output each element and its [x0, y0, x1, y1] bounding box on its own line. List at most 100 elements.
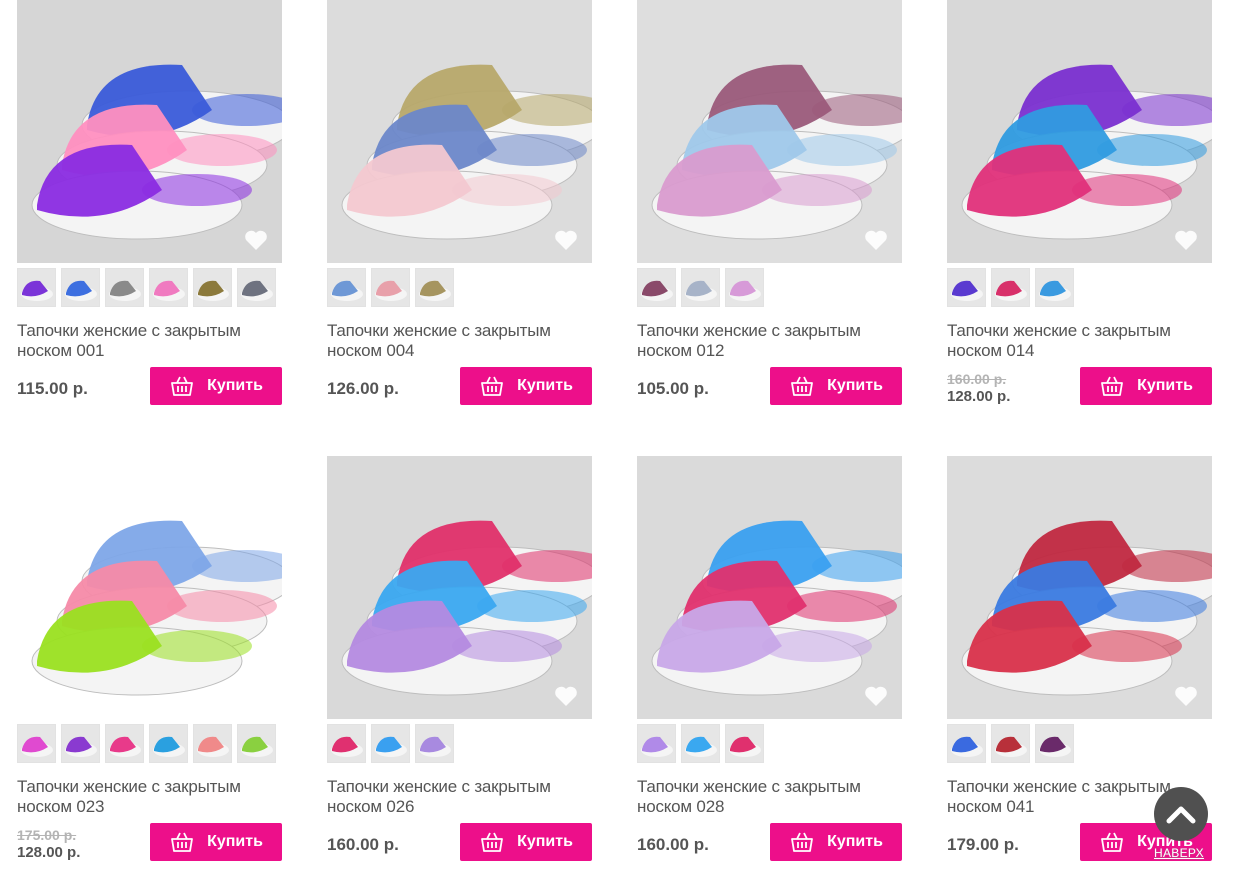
color-swatches [327, 268, 592, 307]
price: 126.00 р. [327, 379, 399, 398]
price-row: 160.00 р. Купить [637, 823, 902, 863]
color-swatch[interactable] [725, 268, 764, 307]
color-swatch[interactable] [415, 268, 454, 307]
color-swatches [947, 724, 1212, 763]
favorite-heart-icon[interactable] [1174, 685, 1198, 707]
color-swatch[interactable] [637, 268, 676, 307]
product-photo-art [327, 0, 592, 263]
buy-button[interactable]: Купить [150, 823, 282, 861]
product-title[interactable]: Тапочки женские с закрытым носком 014 [947, 321, 1212, 361]
product-title[interactable]: Тапочки женские с закрытым носком 004 [327, 321, 592, 361]
color-swatch[interactable] [991, 724, 1030, 763]
product-photo-art [947, 456, 1212, 719]
old-price: 160.00 р. [947, 371, 1007, 387]
color-swatch[interactable] [61, 724, 100, 763]
color-swatch[interactable] [371, 268, 410, 307]
product-card: Тапочки женские с закрытым носком 023 175… [17, 456, 282, 863]
color-swatch[interactable] [415, 724, 454, 763]
color-swatch[interactable] [637, 724, 676, 763]
basket-icon [171, 376, 193, 396]
basket-icon [481, 376, 503, 396]
favorite-heart-icon[interactable] [554, 229, 578, 251]
color-swatch[interactable] [17, 268, 56, 307]
product-photo[interactable] [947, 0, 1212, 263]
color-swatch[interactable] [61, 268, 100, 307]
buy-button-label: Купить [517, 833, 573, 850]
color-swatch[interactable] [991, 268, 1030, 307]
color-swatch[interactable] [327, 268, 366, 307]
favorite-heart-icon[interactable] [554, 685, 578, 707]
buy-button[interactable]: Купить [770, 823, 902, 861]
product-grid: Тапочки женские с закрытым носком 001 115… [0, 0, 1233, 871]
color-swatch[interactable] [947, 724, 986, 763]
scroll-to-top-label[interactable]: НАВЕРХ [1154, 846, 1204, 860]
buy-button[interactable]: Купить [150, 367, 282, 405]
color-swatch[interactable] [149, 268, 188, 307]
product-photo[interactable] [17, 456, 282, 719]
scroll-to-top-button[interactable] [1154, 787, 1208, 841]
product-card: Тапочки женские с закрытым носком 004 126… [327, 0, 592, 407]
old-price: 175.00 р. [17, 827, 77, 843]
color-swatches [17, 268, 282, 307]
product-photo[interactable] [17, 0, 282, 263]
product-photo-art [947, 0, 1212, 263]
favorite-heart-icon[interactable] [1174, 229, 1198, 251]
price: 115.00 р. [17, 379, 88, 398]
color-swatch[interactable] [105, 724, 144, 763]
price-row: 160.00 р. 128.00 р. Купить [947, 367, 1212, 407]
buy-button[interactable]: Купить [460, 367, 592, 405]
basket-icon [481, 832, 503, 852]
product-title[interactable]: Тапочки женские с закрытым носком 001 [17, 321, 282, 361]
color-swatch[interactable] [947, 268, 986, 307]
color-swatch[interactable] [681, 268, 720, 307]
buy-button-label: Купить [207, 833, 263, 850]
buy-button-label: Купить [1137, 377, 1193, 394]
buy-button[interactable]: Купить [460, 823, 592, 861]
price: 105.00 р. [637, 379, 709, 398]
product-card: Тапочки женские с закрытым носком 026 160… [327, 456, 592, 863]
color-swatches [637, 268, 902, 307]
product-title[interactable]: Тапочки женские с закрытым носком 012 [637, 321, 902, 361]
color-swatch[interactable] [237, 724, 276, 763]
color-swatch[interactable] [237, 268, 276, 307]
color-swatch[interactable] [17, 724, 56, 763]
color-swatch[interactable] [681, 724, 720, 763]
color-swatch[interactable] [371, 724, 410, 763]
buy-button[interactable]: Купить [770, 367, 902, 405]
favorite-heart-icon[interactable] [244, 229, 268, 251]
color-swatch[interactable] [193, 724, 232, 763]
product-photo[interactable] [637, 0, 902, 263]
product-title[interactable]: Тапочки женские с закрытым носком 028 [637, 777, 902, 817]
color-swatch[interactable] [327, 724, 366, 763]
product-photo[interactable] [947, 456, 1212, 719]
color-swatch[interactable] [1035, 268, 1074, 307]
favorite-heart-icon[interactable] [244, 685, 268, 707]
price-row: 160.00 р. Купить [327, 823, 592, 863]
favorite-heart-icon[interactable] [864, 685, 888, 707]
basket-icon [1101, 832, 1123, 852]
product-photo[interactable] [327, 456, 592, 719]
basket-icon [171, 832, 193, 852]
product-title[interactable]: Тапочки женские с закрытым носком 023 [17, 777, 282, 817]
product-photo[interactable] [637, 456, 902, 719]
product-card: Тапочки женские с закрытым носком 028 160… [637, 456, 902, 863]
color-swatch[interactable] [193, 268, 232, 307]
color-swatch[interactable] [105, 268, 144, 307]
product-title[interactable]: Тапочки женские с закрытым носком 026 [327, 777, 592, 817]
buy-button[interactable]: Купить [1080, 367, 1212, 405]
color-swatch[interactable] [149, 724, 188, 763]
favorite-heart-icon[interactable] [864, 229, 888, 251]
product-photo[interactable] [327, 0, 592, 263]
buy-button-label: Купить [827, 377, 883, 394]
price: 160.00 р. 128.00 р. [947, 371, 1010, 405]
price: 175.00 р. 128.00 р. [17, 827, 80, 861]
basket-icon [791, 832, 813, 852]
color-swatches [17, 724, 282, 763]
price: 160.00 р. [327, 835, 399, 854]
price-row: 126.00 р. Купить [327, 367, 592, 407]
buy-button-label: Купить [517, 377, 573, 394]
color-swatch[interactable] [725, 724, 764, 763]
color-swatch[interactable] [1035, 724, 1074, 763]
price: 179.00 р. [947, 835, 1019, 854]
product-card: Тапочки женские с закрытым носком 014 160… [947, 0, 1212, 407]
